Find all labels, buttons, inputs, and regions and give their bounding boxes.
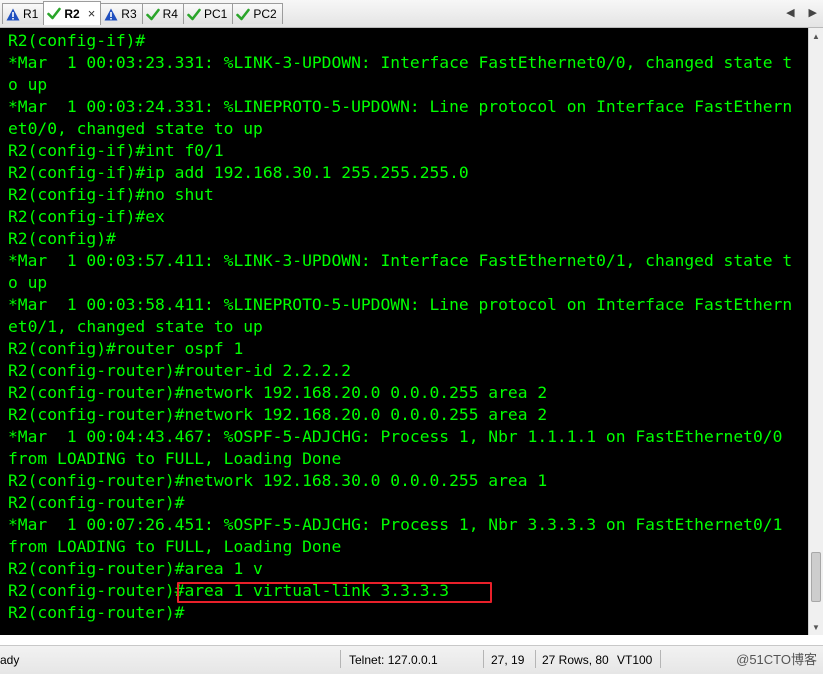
session-tabs: R1 R2 × R3 R4 PC1 PC2	[2, 1, 283, 25]
status-terminal-size: 27 Rows, 80	[542, 653, 609, 667]
warning-triangle-icon	[6, 7, 20, 21]
scrollbar-thumb[interactable]	[811, 552, 821, 602]
status-divider	[340, 650, 341, 668]
checkmark-icon	[47, 7, 62, 21]
terminal-line: *Mar 1 00:03:24.331: %LINEPROTO-5-UPDOWN…	[8, 97, 793, 116]
terminal-line: *Mar 1 00:03:58.411: %LINEPROTO-5-UPDOWN…	[8, 295, 793, 314]
tab-r2[interactable]: R2 ×	[43, 1, 102, 25]
session-tab-bar: R1 R2 × R3 R4 PC1 PC2 ◀ ▶	[0, 0, 823, 28]
status-bar: ady Telnet: 127.0.0.1 27, 19 27 Rows, 80…	[0, 645, 823, 674]
tab-label: R1	[23, 7, 39, 21]
scroll-down-icon[interactable]: ▼	[809, 619, 823, 635]
tab-pc1[interactable]: PC1	[182, 3, 234, 24]
status-divider	[535, 650, 536, 668]
tab-label: R3	[121, 7, 137, 21]
terminal-line: o up	[8, 75, 48, 94]
terminal-line: R2(config-if)#int f0/1	[8, 141, 224, 160]
close-tab-icon[interactable]: ×	[88, 6, 96, 21]
terminal-line: R2(config-router)#network 192.168.20.0 0…	[8, 383, 548, 402]
terminal-line: from LOADING to FULL, Loading Done	[8, 449, 342, 468]
checkmark-icon	[187, 7, 201, 21]
terminal-line: *Mar 1 00:03:23.331: %LINK-3-UPDOWN: Int…	[8, 53, 793, 72]
tab-label: R2	[64, 6, 80, 21]
tab-r1[interactable]: R1	[2, 3, 45, 24]
status-divider	[483, 650, 484, 668]
terminal-window[interactable]: R2(config-if)# *Mar 1 00:03:23.331: %LINK…	[0, 28, 808, 635]
highlight-box-virtual-link	[177, 582, 492, 603]
terminal-line: R2(config-router)#area 1 v	[8, 559, 263, 578]
terminal-line: R2(config-router)#network 192.168.30.0 0…	[8, 471, 548, 490]
scroll-up-icon[interactable]: ▲	[809, 28, 823, 44]
status-cursor-position: 27, 19	[491, 653, 525, 667]
tab-scroll-controls: ◀ ▶	[786, 6, 817, 19]
warning-triangle-icon	[104, 7, 118, 21]
tab-r3[interactable]: R3	[100, 3, 143, 24]
terminal-line: R2(config)#	[8, 229, 116, 248]
terminal-output: R2(config-if)# *Mar 1 00:03:23.331: %LINK…	[8, 30, 792, 624]
terminal-line: R2(config-if)#ip add 192.168.30.1 255.25…	[8, 163, 469, 182]
tab-label: R4	[162, 7, 178, 21]
terminal-scrollbar[interactable]: ▲ ▼	[808, 28, 823, 635]
terminal-line: from LOADING to FULL, Loading Done	[8, 537, 342, 556]
status-connection: Telnet: 127.0.0.1	[349, 653, 438, 667]
terminal-line: R2(config-if)#no shut	[8, 185, 214, 204]
terminal-line: R2(config-router)#	[8, 603, 185, 622]
terminal-line: R2(config)#router ospf 1	[8, 339, 244, 358]
watermark-label: @51CTO博客	[736, 652, 817, 667]
status-ready: ady	[0, 653, 20, 667]
terminal-line: et0/0, changed state to up	[8, 119, 263, 138]
status-terminal-type: VT100	[617, 653, 653, 667]
terminal-line: o up	[8, 273, 48, 292]
checkmark-icon	[236, 7, 251, 21]
tab-label: PC1	[203, 7, 228, 21]
terminal-line: R2(config-if)#ex	[8, 207, 165, 226]
status-divider	[660, 650, 661, 668]
terminal-line: *Mar 1 00:03:57.411: %LINK-3-UPDOWN: Int…	[8, 251, 793, 270]
terminal-line: R2(config-router)#network 192.168.20.0 0…	[8, 405, 548, 424]
terminal-line: R2(config-if)#	[8, 31, 146, 50]
tab-r4[interactable]: R4	[141, 3, 184, 24]
terminal-line: R2(config-router)#router-id 2.2.2.2	[8, 361, 352, 380]
terminal-line: et0/1, changed state to up	[8, 317, 263, 336]
tab-scroll-left-icon[interactable]: ◀	[786, 6, 794, 19]
terminal-line: *Mar 1 00:07:26.451: %OSPF-5-ADJCHG: Pro…	[8, 515, 783, 534]
checkmark-icon	[145, 7, 160, 21]
terminal-line: *Mar 1 00:04:43.467: %OSPF-5-ADJCHG: Pro…	[8, 427, 783, 446]
tab-label: PC2	[253, 7, 277, 21]
terminal-line: R2(config-router)#	[8, 493, 185, 512]
tab-scroll-right-icon[interactable]: ▶	[809, 6, 817, 19]
tab-pc2[interactable]: PC2	[232, 3, 283, 24]
